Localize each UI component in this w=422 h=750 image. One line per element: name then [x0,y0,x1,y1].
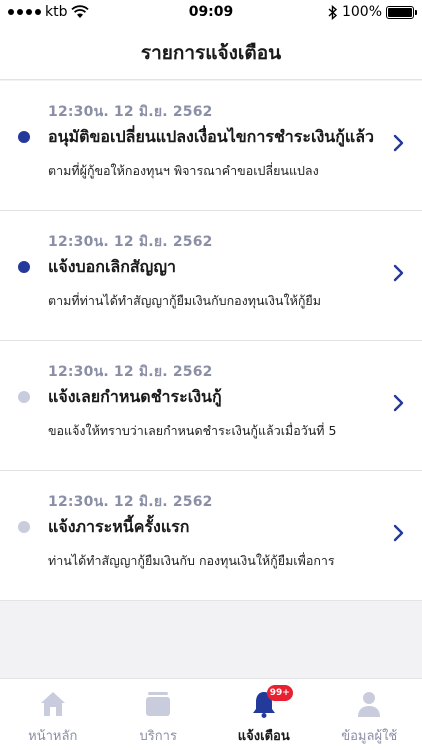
user-icon [358,692,381,717]
notification-description: ขอแจ้งให้ทราบว่าเลยกำหนดชำระเงินกู้แล้วเ… [48,423,337,438]
notification-time: 12:30น. 12 มิ.ย. 2562 [48,104,213,120]
notification-title: แจ้งเลยกำหนดชำระเงินกู้ [48,387,222,406]
notification-description: ตามที่ท่านได้ทำสัญญากู้ยืมเงินกับกองทุนเ… [48,293,321,308]
tab-label: ข้อมูลผู้ใช้ [341,729,398,744]
notification-description: ท่านได้ทำสัญญากู้ยืมเงินกับ กองทุนเงินให… [48,553,335,568]
tab-label: หน้าหลัก [28,729,78,744]
chevron-right-icon[interactable] [392,263,406,283]
battery-icon [386,5,417,19]
unread-dot-icon [18,261,30,273]
notification-item[interactable]: 12:30น. 12 มิ.ย. 2562 แจ้งบอกเลิกสัญญา ต… [0,211,422,341]
unread-dot-icon [18,131,30,143]
services-icon [146,692,171,716]
tab-services[interactable]: บริการ [106,679,212,750]
status-bar: ktb 09:09 100% [0,0,422,26]
chevron-right-icon[interactable] [392,393,406,413]
notification-title: แจ้งบอกเลิกสัญญา [48,257,176,276]
notification-item[interactable]: 12:30น. 12 มิ.ย. 2562 อนุมัติขอเปลี่ยนแป… [0,81,422,211]
notifications-screen: ktb 09:09 100% รายการแจ้งเตือน 12:30น. 1… [0,0,422,750]
read-dot-icon [18,521,30,533]
list-empty-area [0,601,422,678]
page-title: รายการแจ้งเตือน [140,41,282,64]
tab-label: แจ้งเตือน [237,729,290,744]
notification-time: 12:30น. 12 มิ.ย. 2562 [48,234,213,250]
home-icon [40,692,65,716]
notification-title: แจ้งภาระหนี้ครั้งแรก [48,517,190,536]
notification-time: 12:30น. 12 มิ.ย. 2562 [48,494,213,510]
notification-time: 12:30น. 12 มิ.ย. 2562 [48,364,213,380]
tab-label: บริการ [139,729,177,744]
notification-title: อนุมัติขอเปลี่ยนแปลงเงื่อนไขการชำระเงินก… [48,127,374,146]
tab-profile[interactable]: ข้อมูลผู้ใช้ [317,679,422,750]
notification-list: 12:30น. 12 มิ.ย. 2562 อนุมัติขอเปลี่ยนแป… [0,81,422,601]
read-dot-icon [18,391,30,403]
notification-item[interactable]: 12:30น. 12 มิ.ย. 2562 แจ้งเลยกำหนดชำระเง… [0,341,422,471]
nav-header: รายการแจ้งเตือน [0,26,422,80]
notification-item[interactable]: 12:30น. 12 มิ.ย. 2562 แจ้งภาระหนี้ครั้งแ… [0,471,422,601]
tab-notifications[interactable]: 99+ แจ้งเตือน [211,679,317,750]
notification-description: ตามที่ผู้กู้ขอให้กองทุนฯ พิจารณาคำขอเปลี… [48,163,319,178]
tab-bar: หน้าหลัก บริการ 99+ แจ้งเตือน ข้อมูลผู้ใ… [0,678,422,750]
chevron-right-icon[interactable] [392,523,406,543]
battery-percent: 100% [341,4,382,20]
tab-home[interactable]: หน้าหลัก [0,679,106,750]
notification-count-badge: 99+ [266,685,293,701]
chevron-right-icon[interactable] [392,133,406,153]
bluetooth-icon [328,4,338,20]
